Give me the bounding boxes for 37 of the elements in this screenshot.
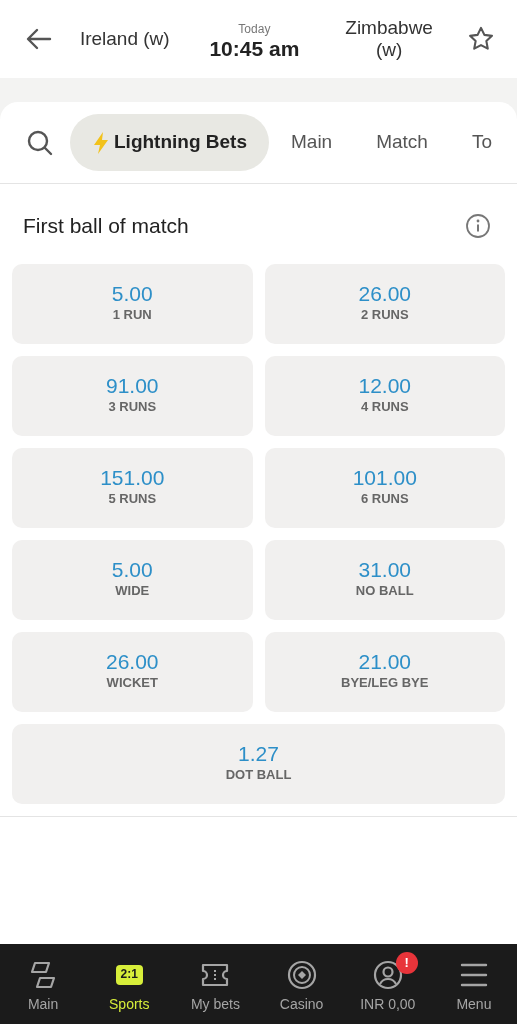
odds-button[interactable]: 101.00 6 RUNS [264,447,505,528]
odds-button[interactable]: 5.00 1 RUN [12,263,253,344]
user-icon [372,960,403,990]
score-icon: 2:1 [115,965,143,985]
team-name: Ireland (w) [79,28,170,50]
date-label: Today [238,20,271,38]
nav-item[interactable]: Main [0,952,87,1016]
match-time: 10:45 am [209,37,300,59]
team-name: Zimbabwe (w) [344,17,434,61]
chip-icon [286,960,317,990]
odds-button[interactable]: 91.00 3 RUNS [12,355,253,436]
menu-icon [458,962,489,988]
odds-button[interactable]: 26.00 WICKET [12,631,253,712]
nav-item[interactable]: Menu [430,952,517,1016]
nav-item[interactable]: My bets [172,952,259,1016]
nav-item[interactable]: 2:1 Sports [86,952,173,1016]
odds-button[interactable]: 31.00 NO BALL [264,539,505,620]
odds-button[interactable]: 5.00 WIDE [12,539,253,620]
market-title: First ball of match [23,213,189,239]
star-icon[interactable] [467,25,495,53]
odds-button[interactable]: 12.00 4 RUNS [264,355,505,436]
alert-badge: ! [395,952,418,974]
odds-button[interactable]: 21.00 BYE/LEG BYE [264,631,505,712]
tab[interactable]: Main [269,114,355,171]
odds-button[interactable]: 151.00 5 RUNS [12,447,253,528]
tab[interactable]: Lightning Bets [70,114,269,171]
nav-item[interactable]: ! INR 0,00 [344,952,431,1016]
info-icon[interactable] [465,212,491,239]
lightning-icon [92,130,110,155]
search-icon[interactable] [26,128,54,157]
odds-button[interactable]: 1.27 DOT BALL [12,723,505,804]
ticket-icon [200,962,231,988]
odds-button[interactable]: 26.00 2 RUNS [264,263,505,344]
back-icon[interactable] [26,28,52,50]
nav-item[interactable]: Casino [258,952,345,1016]
tab[interactable]: To [449,114,514,171]
tab[interactable]: Match [354,114,450,171]
